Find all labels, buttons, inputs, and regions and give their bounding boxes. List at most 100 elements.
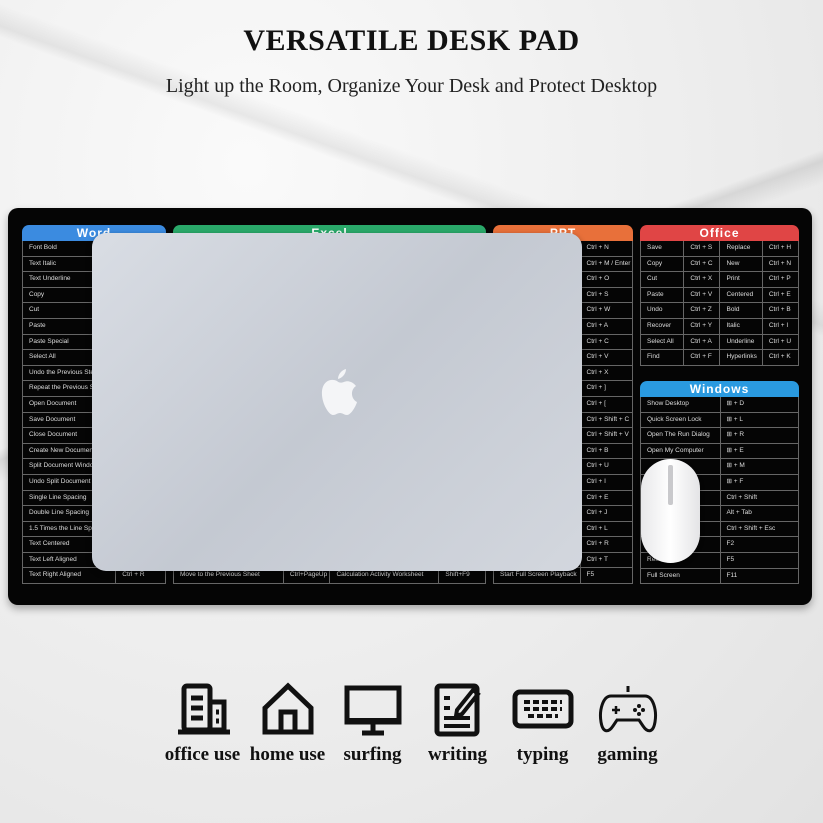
shortcut-cell: Ctrl + [ bbox=[579, 396, 632, 412]
shortcut-row: Select All Ctrl + A Underline Ctrl + U bbox=[640, 334, 799, 351]
shortcut-cell: Ctrl + S bbox=[579, 287, 632, 303]
office-panel: Office Save Ctrl + S Replace Ctrl + H Copy Ctr… bbox=[640, 225, 799, 366]
shortcut-cell: ⊞ + R bbox=[719, 428, 799, 443]
shortcut-cell: Ctrl + U bbox=[761, 334, 798, 350]
shortcut-cell: Show Desktop bbox=[647, 400, 689, 407]
shortcut-cell: Ctrl + B bbox=[579, 443, 632, 459]
shortcut-cell: F2 bbox=[719, 537, 799, 552]
shortcut-cell: Italic bbox=[719, 318, 761, 334]
shortcut-cell: Ctrl + Shift + C bbox=[579, 412, 632, 428]
use-case-item: writing bbox=[415, 678, 500, 766]
shortcut-cell: Open My Computer bbox=[647, 446, 704, 454]
shortcut-cell: Ctrl + K bbox=[761, 350, 798, 365]
shortcut-cell: Open The Run Dialog bbox=[647, 431, 710, 439]
shortcut-cell: Ctrl + X bbox=[579, 365, 632, 381]
laptop bbox=[92, 233, 582, 571]
shortcut-cell: Ctrl + A bbox=[579, 318, 632, 334]
shortcut-cell: Ctrl + B bbox=[761, 303, 798, 318]
gamepad-icon bbox=[598, 686, 657, 733]
shortcut-cell: Ctrl + I bbox=[761, 318, 798, 334]
shortcut-cell: Ctrl + X bbox=[683, 272, 719, 287]
shortcut-cell: Alt + Tab bbox=[719, 506, 799, 521]
shortcut-cell: Ctrl + Shift + V bbox=[579, 428, 632, 443]
shortcut-cell: Ctrl + S bbox=[683, 241, 719, 256]
shortcut-row: Cut Ctrl + X Print Ctrl + P bbox=[640, 272, 799, 288]
shortcut-row: Recover Ctrl + Y Italic Ctrl + I bbox=[640, 318, 799, 335]
shortcut-cell: F5 bbox=[719, 552, 799, 568]
office-building-icon bbox=[177, 683, 230, 735]
shortcut-cell: Ctrl + Y bbox=[683, 318, 719, 334]
shortcut-row: Undo Ctrl + Z Bold Ctrl + B bbox=[640, 303, 799, 319]
shortcut-cell: Ctrl + F bbox=[683, 350, 719, 365]
use-case-label: gaming bbox=[597, 744, 658, 765]
shortcut-cell: Select All bbox=[647, 337, 674, 345]
shortcut-cell: Recover bbox=[647, 321, 672, 329]
shortcut-cell: Full Screen bbox=[647, 571, 680, 579]
mouse bbox=[641, 459, 700, 563]
use-case-label: surfing bbox=[343, 744, 402, 765]
shortcut-cell: Ctrl + V bbox=[579, 350, 632, 365]
use-case-item: typing bbox=[500, 678, 585, 766]
use-case-label: writing bbox=[427, 744, 488, 765]
shortcut-cell: New bbox=[719, 256, 761, 272]
shortcut-cell: Ctrl + N bbox=[761, 256, 798, 272]
shortcut-cell: F5 bbox=[579, 568, 632, 584]
shortcut-row: Open My Computer ⊞ + E bbox=[640, 443, 799, 460]
shortcut-cell: Centered bbox=[719, 287, 761, 303]
use-cases: office use home use surfing writing typing ga… bbox=[160, 678, 670, 766]
subtitle: Light up the Room, Organize Your Desk an… bbox=[165, 75, 658, 97]
shortcut-cell: F11 bbox=[719, 568, 799, 584]
use-case-item: home use bbox=[245, 678, 330, 766]
shortcut-cell: Replace bbox=[719, 241, 761, 256]
office-header: Office bbox=[640, 225, 799, 241]
shortcut-row: Paste Ctrl + V Centered Ctrl + E bbox=[640, 287, 799, 304]
shortcut-cell: Ctrl + U bbox=[579, 459, 632, 474]
shortcut-row: Quick Screen Lock ⊞ + L bbox=[640, 412, 799, 429]
shortcut-cell: Bold bbox=[719, 303, 761, 318]
shortcut-cell: Ctrl + O bbox=[579, 272, 632, 287]
shortcut-cell: Cut bbox=[647, 275, 658, 283]
windows-header: Windows bbox=[640, 381, 799, 397]
shortcut-row: Save Ctrl + S Replace Ctrl + H bbox=[640, 241, 799, 257]
shortcut-cell: Ctrl + R bbox=[579, 537, 632, 552]
shortcut-row: Full Screen F11 bbox=[640, 568, 799, 585]
shortcut-cell: ⊞ + D bbox=[719, 397, 799, 412]
shortcut-cell: ⊞ + L bbox=[719, 412, 799, 428]
shortcut-cell: ⊞ + F bbox=[719, 474, 799, 490]
shortcut-cell: Ctrl + A bbox=[683, 334, 719, 350]
shortcut-cell: Ctrl + I bbox=[579, 474, 632, 490]
shortcut-cell: ⊞ + E bbox=[719, 443, 799, 459]
shortcut-cell: Ctrl + C bbox=[579, 334, 632, 350]
use-case-label: home use bbox=[249, 744, 326, 765]
shortcut-cell: Ctrl + H bbox=[761, 241, 798, 256]
shortcut-cell: Hyperlinks bbox=[719, 350, 761, 365]
shortcut-row: Copy Ctrl + C New Ctrl + N bbox=[640, 256, 799, 273]
shortcut-cell: Ctrl + V bbox=[683, 287, 719, 303]
use-case-item: office use bbox=[160, 678, 245, 766]
shortcut-cell: Ctrl + Z bbox=[683, 303, 719, 318]
shortcut-cell: Paste bbox=[647, 290, 664, 298]
shortcut-cell: Ctrl + E bbox=[579, 490, 632, 506]
apple-logo-icon bbox=[321, 369, 357, 415]
shortcut-row: Show Desktop ⊞ + D bbox=[640, 397, 799, 413]
shortcut-cell: Print bbox=[719, 272, 761, 287]
use-case-item: gaming bbox=[585, 678, 670, 766]
shortcut-cell: Ctrl + M / Enter bbox=[579, 256, 632, 272]
shortcut-cell: ⊞ + M bbox=[719, 459, 799, 474]
shortcut-cell: Save bbox=[647, 244, 662, 251]
document-pen-icon bbox=[434, 683, 481, 737]
shortcut-cell: Ctrl + E bbox=[761, 287, 798, 303]
house-icon bbox=[262, 682, 313, 735]
shortcut-cell: Ctrl + L bbox=[579, 521, 632, 537]
shortcut-cell: Ctrl + Shift bbox=[719, 490, 799, 506]
monitor-icon bbox=[344, 685, 401, 736]
shortcut-cell: Ctrl + W bbox=[579, 303, 632, 318]
shortcut-cell: Text Right Aligned bbox=[29, 571, 82, 579]
shortcut-cell: Find bbox=[647, 353, 660, 361]
page-title: VERSATILE DESK PAD bbox=[243, 24, 580, 57]
shortcut-cell: Ctrl + N bbox=[579, 241, 632, 256]
use-case-item: surfing bbox=[330, 678, 415, 766]
shortcut-cell: Quick Screen Lock bbox=[647, 415, 702, 423]
use-case-label: office use bbox=[164, 744, 241, 765]
shortcut-row: Find Ctrl + F Hyperlinks Ctrl + K bbox=[640, 350, 799, 366]
